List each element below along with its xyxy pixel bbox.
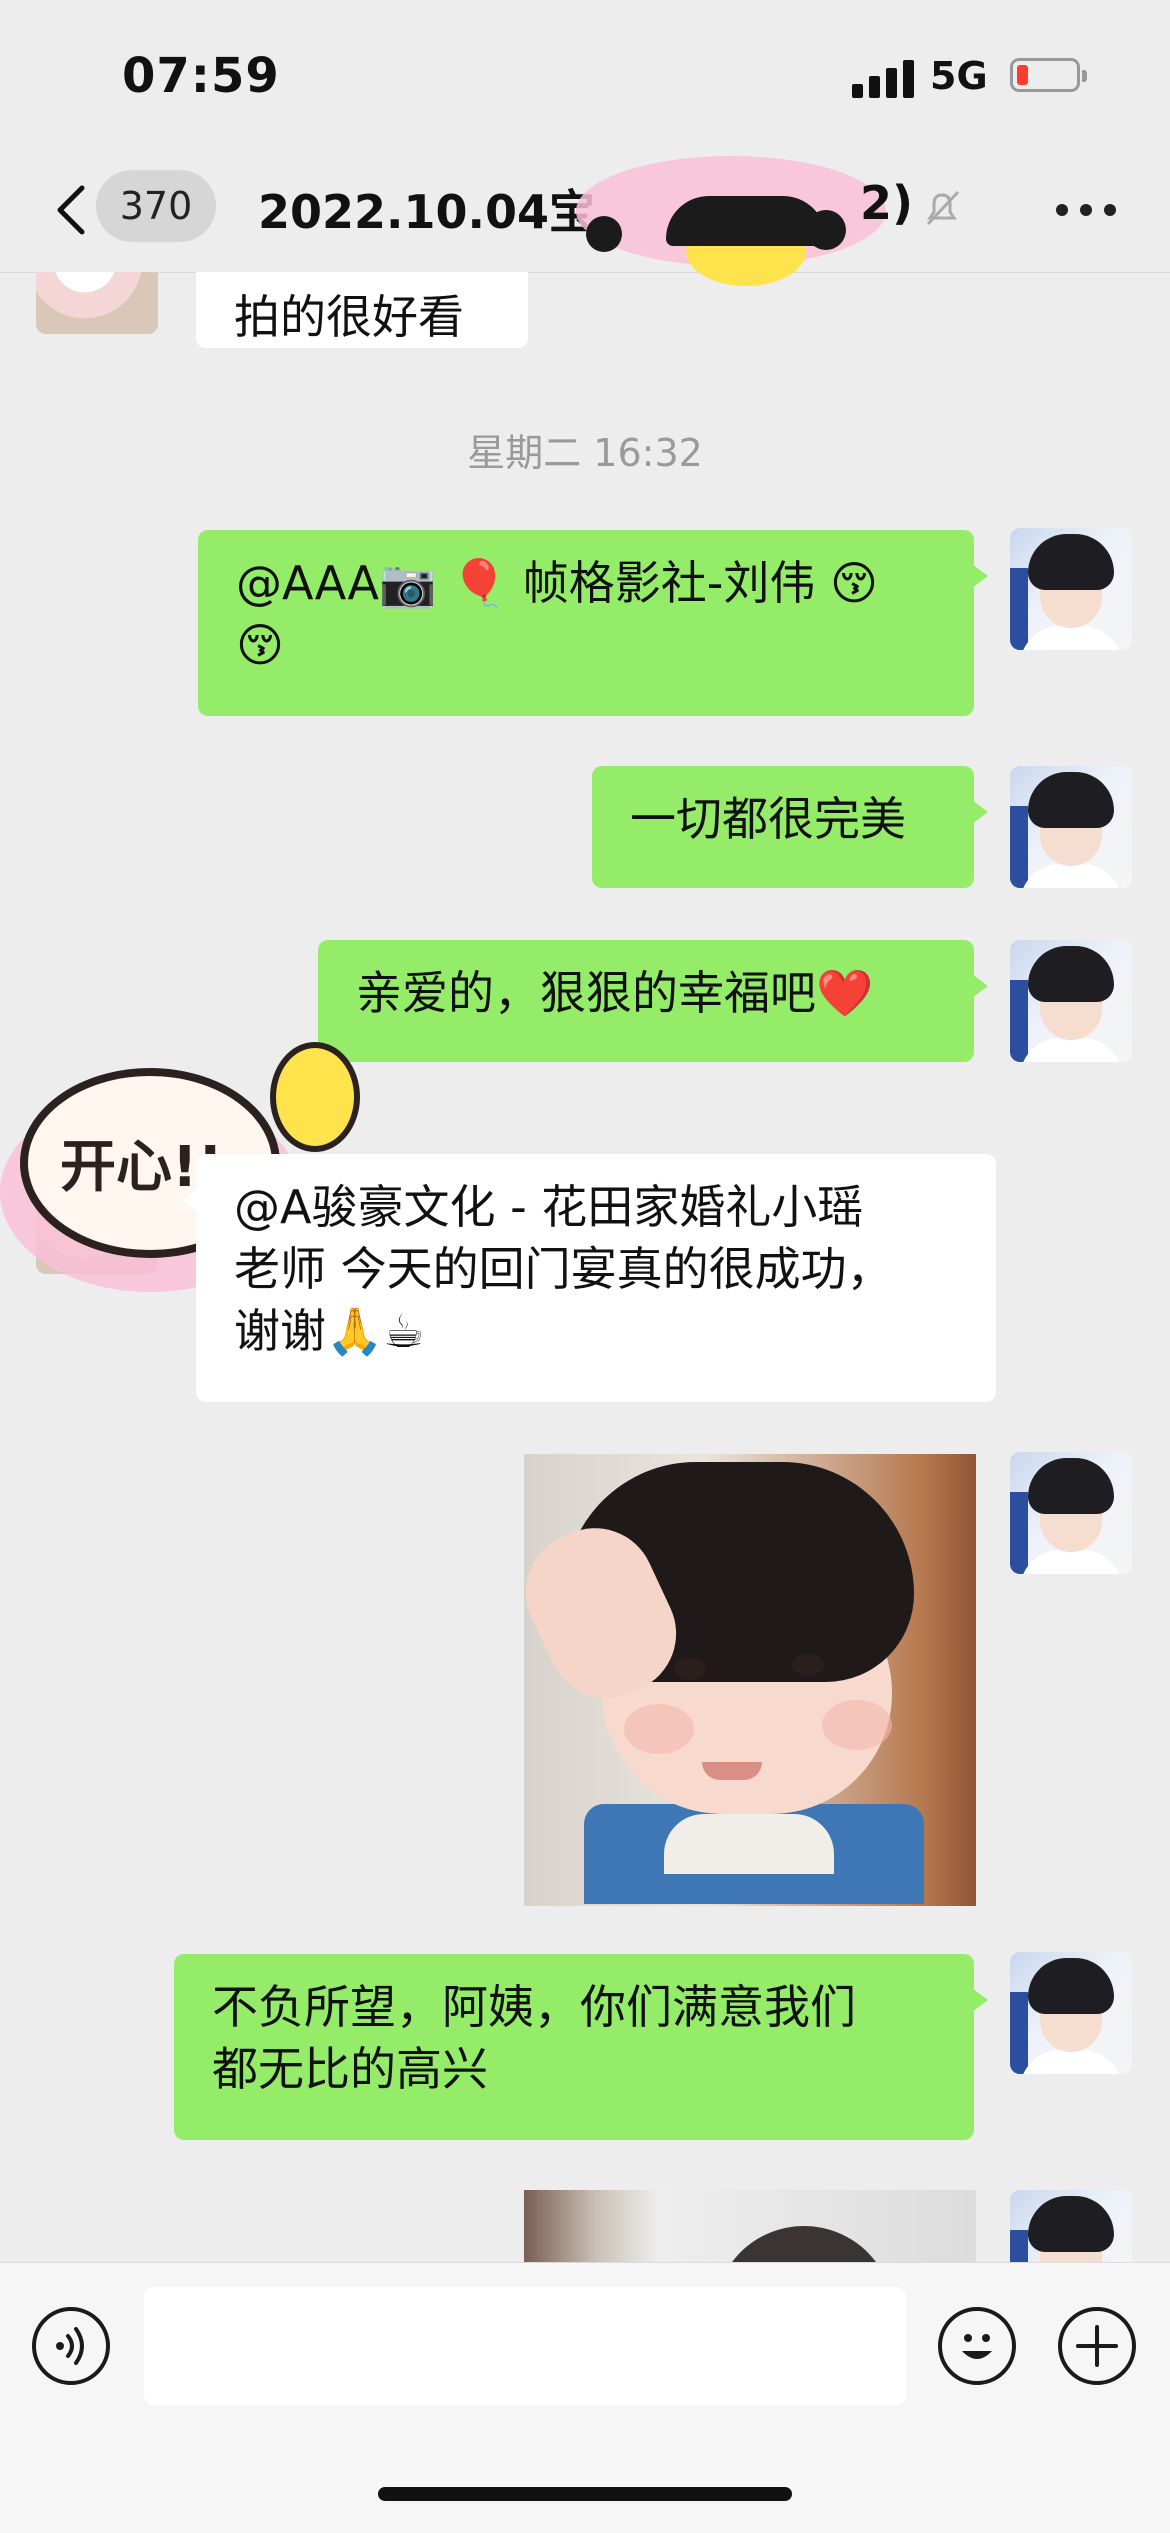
chat-title[interactable]: 2022.10.04宝	[258, 176, 595, 242]
chat-header: 370 2022.10.04宝 2)	[0, 150, 1170, 286]
status-time: 07:59	[122, 48, 280, 104]
message-text-line2: 都无比的高兴	[212, 2042, 488, 2096]
more-dots-icon[interactable]	[1056, 204, 1116, 218]
message-bubble-me[interactable]: 不负所望，阿姨，你们满意我们 都无比的高兴	[174, 1954, 988, 2140]
avatar-other[interactable]	[36, 272, 158, 334]
emoji-face-icon[interactable]	[938, 2307, 1016, 2385]
signal-icon	[852, 58, 916, 98]
home-indicator[interactable]	[378, 2487, 792, 2501]
message-input[interactable]	[144, 2287, 906, 2405]
message-bubble-other[interactable]: @A骏豪文化 - 花田家婚礼小瑶 老师 今天的回门宴真的很成功， 谢谢🙏☕	[182, 1154, 996, 1402]
battery-icon	[1010, 58, 1087, 92]
title-sticker-overlay	[566, 146, 896, 286]
message-bubble-me[interactable]: 一切都很完美	[592, 766, 988, 888]
plus-icon[interactable]	[1058, 2307, 1136, 2385]
message-bubble-other[interactable]: 拍的很好看	[196, 272, 528, 348]
avatar-me[interactable]	[1010, 940, 1132, 1062]
message-text: @AAA📷 🎈 帧格影社-刘伟 😚	[236, 556, 878, 610]
message-timestamp: 星期二 16:32	[467, 431, 703, 475]
voice-icon[interactable]	[32, 2307, 110, 2385]
message-text-line1: 不负所望，阿姨，你们满意我们	[212, 1980, 856, 2034]
image-message-baby[interactable]	[524, 1454, 976, 1906]
message-text-line1: @A骏豪文化 - 花田家婚礼小瑶	[234, 1180, 864, 1234]
avatar-me[interactable]	[1010, 528, 1132, 650]
message-text: 亲爱的，狠狠的幸福吧❤️	[356, 966, 874, 1020]
avatar-me[interactable]	[1010, 766, 1132, 888]
avatar-me[interactable]	[1010, 1452, 1132, 1574]
message-bubble-me[interactable]: @AAA📷 🎈 帧格影社-刘伟 😚 😚	[198, 530, 988, 716]
input-bar	[0, 2262, 1170, 2533]
message-text-line3: 谢谢🙏☕	[234, 1304, 425, 1358]
avatar-me[interactable]	[1010, 1952, 1132, 2074]
unread-count-badge[interactable]: 370	[96, 170, 216, 242]
network-type: 5G	[930, 54, 988, 98]
status-bar: 07:59 5G	[0, 0, 1170, 150]
image-message-partial[interactable]	[524, 2190, 976, 2262]
message-text: 一切都很完美	[630, 792, 906, 846]
bell-slash-icon	[926, 190, 960, 226]
message-text: 拍的很好看	[234, 290, 464, 344]
message-text-line2: 😚	[236, 618, 284, 672]
message-bubble-me[interactable]: 亲爱的，狠狠的幸福吧❤️	[318, 940, 988, 1062]
avatar-me[interactable]	[1010, 2190, 1132, 2262]
message-text-line2: 老师 今天的回门宴真的很成功，	[234, 1242, 893, 1296]
chat-title-suffix: 2)	[860, 176, 914, 230]
message-list[interactable]: 拍的很好看 星期二 16:32 @AAA📷 🎈 帧格影社-刘伟 😚 😚 一切都很…	[0, 272, 1170, 2262]
